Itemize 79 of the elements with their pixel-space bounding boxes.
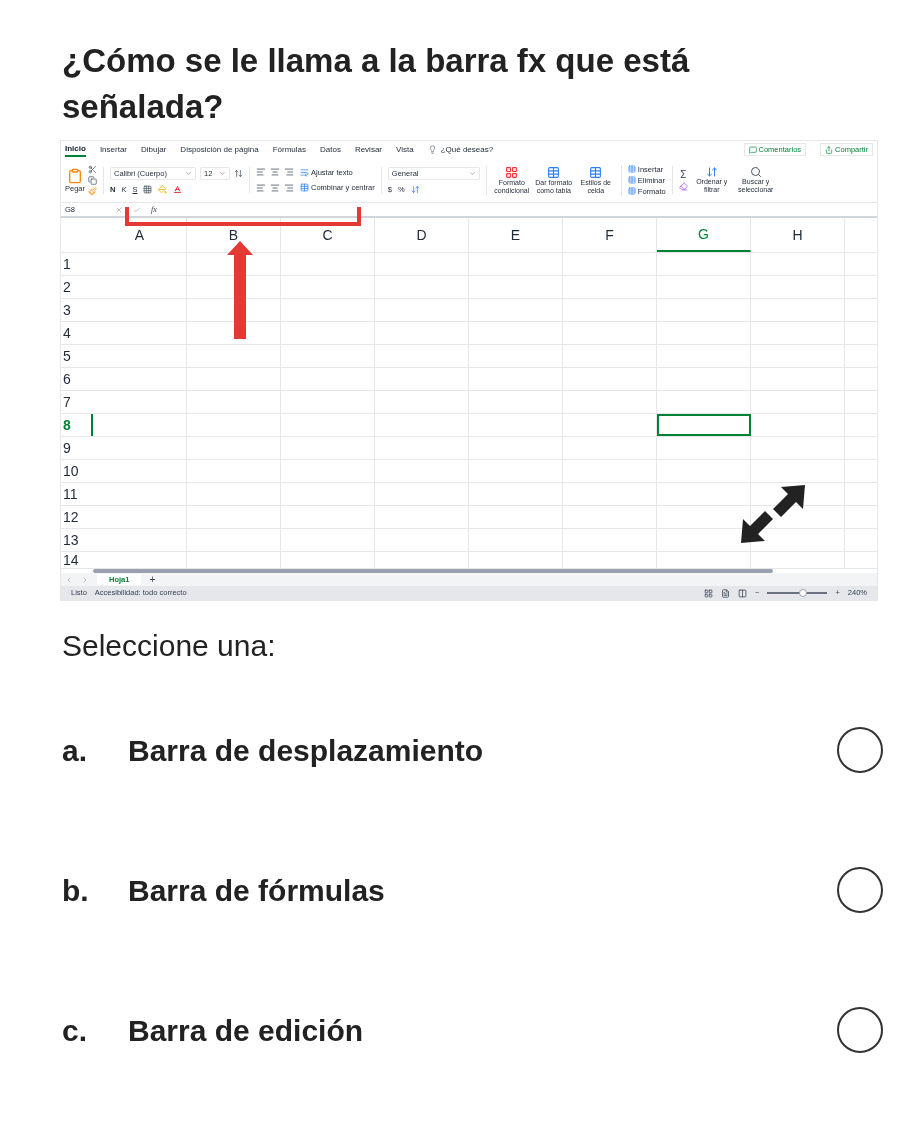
ribbon-tab[interactable]: Disposición de página [180,142,259,157]
font-color-icon[interactable] [173,184,183,194]
option-letter: a. [62,732,89,769]
row-header[interactable]: 1 [61,253,93,275]
zoom-thumb[interactable] [799,589,808,597]
ribbon-tab[interactable]: Insertar [99,142,127,157]
comment-icon [748,145,757,154]
ribbon-tab[interactable]: Dibujar [141,142,167,157]
share-icon [825,145,834,154]
row-header[interactable]: 4 [61,322,93,344]
ribbon-tab[interactable]: Fórmulas [272,142,306,157]
scissors-icon[interactable] [88,164,97,174]
row-header[interactable]: 10 [61,460,93,482]
copy-icon[interactable] [88,175,97,185]
paintbrush-icon[interactable] [88,186,97,196]
sum-button[interactable]: Σ [680,169,687,180]
eraser-icon[interactable] [678,181,688,191]
wrap-text-icon [300,168,309,177]
chevron-down-icon [185,169,192,177]
horizontal-scrollbar[interactable] [93,569,773,573]
normal-view-icon[interactable] [704,588,714,598]
option-letter: c. [62,1012,89,1049]
page-layout-icon[interactable] [721,588,731,598]
column-header[interactable]: F [563,218,657,252]
ribbon-tab[interactable]: Inicio [65,142,86,157]
row-header[interactable]: 3 [61,299,93,321]
row-header[interactable]: 13 [61,529,93,551]
resize-arrow-icon [741,485,805,543]
radio-button[interactable] [837,727,883,773]
row-header[interactable]: 11 [61,483,93,505]
column-header[interactable]: A [93,218,187,252]
lightbulb-icon [427,145,437,154]
align-icon[interactable] [256,167,266,177]
page-break-icon[interactable] [738,588,748,598]
column-header[interactable]: G [657,218,751,252]
add-sheet-button[interactable]: + [149,574,156,585]
align-icon[interactable] [284,183,294,193]
grid-icon [505,165,519,179]
prompt-text: Seleccione una: [61,628,277,664]
search-icon [749,166,762,178]
clipboard-icon[interactable] [67,167,83,184]
column-header[interactable]: D [375,218,469,252]
align-icon[interactable] [270,167,280,177]
align-icon[interactable] [284,167,294,177]
column-header[interactable]: E [469,218,563,252]
row-header[interactable]: 5 [61,345,93,367]
ribbon-tab[interactable]: Datos [320,142,341,157]
tell-me-field[interactable]: ¿Qué deseas? [440,143,494,156]
fx-label: fx [151,203,157,216]
align-icon[interactable] [270,183,280,193]
column-header[interactable]: H [751,218,845,252]
chevron-down-icon [468,169,476,177]
sort-icon [705,166,718,178]
radio-button[interactable] [837,867,883,913]
check-icon[interactable] [133,205,141,214]
option-text: Barra de edición [128,1012,365,1049]
selected-cell[interactable] [657,414,751,436]
ribbon-tab[interactable]: Vista [396,142,414,157]
ribbon-tab[interactable]: Revisar [354,142,382,157]
align-icon[interactable] [256,183,266,193]
row-header[interactable]: 7 [61,391,93,413]
cancel-icon[interactable] [115,205,123,214]
question-text: ¿Cómo se le llama a la barra fx que está señalada? [61,41,691,127]
option-text: Barra de fórmulas [128,872,386,909]
option-text: Barra de desplazamiento [128,732,485,769]
row-header[interactable]: 14 [61,552,93,568]
row-header[interactable]: 12 [61,506,93,528]
chevron-left-icon[interactable] [65,575,73,584]
row-header[interactable]: 8 [61,414,93,436]
row-header[interactable]: 6 [61,368,93,390]
borders-icon[interactable] [143,184,153,194]
option-letter: b. [62,872,90,909]
radio-button[interactable] [837,1007,883,1053]
row-header[interactable]: 9 [61,437,93,459]
chevron-right-icon[interactable] [81,575,89,584]
row-header[interactable]: 2 [61,276,93,298]
fill-color-icon[interactable] [158,184,168,194]
chevron-down-icon [219,169,226,177]
column-header[interactable]: C [281,218,375,252]
